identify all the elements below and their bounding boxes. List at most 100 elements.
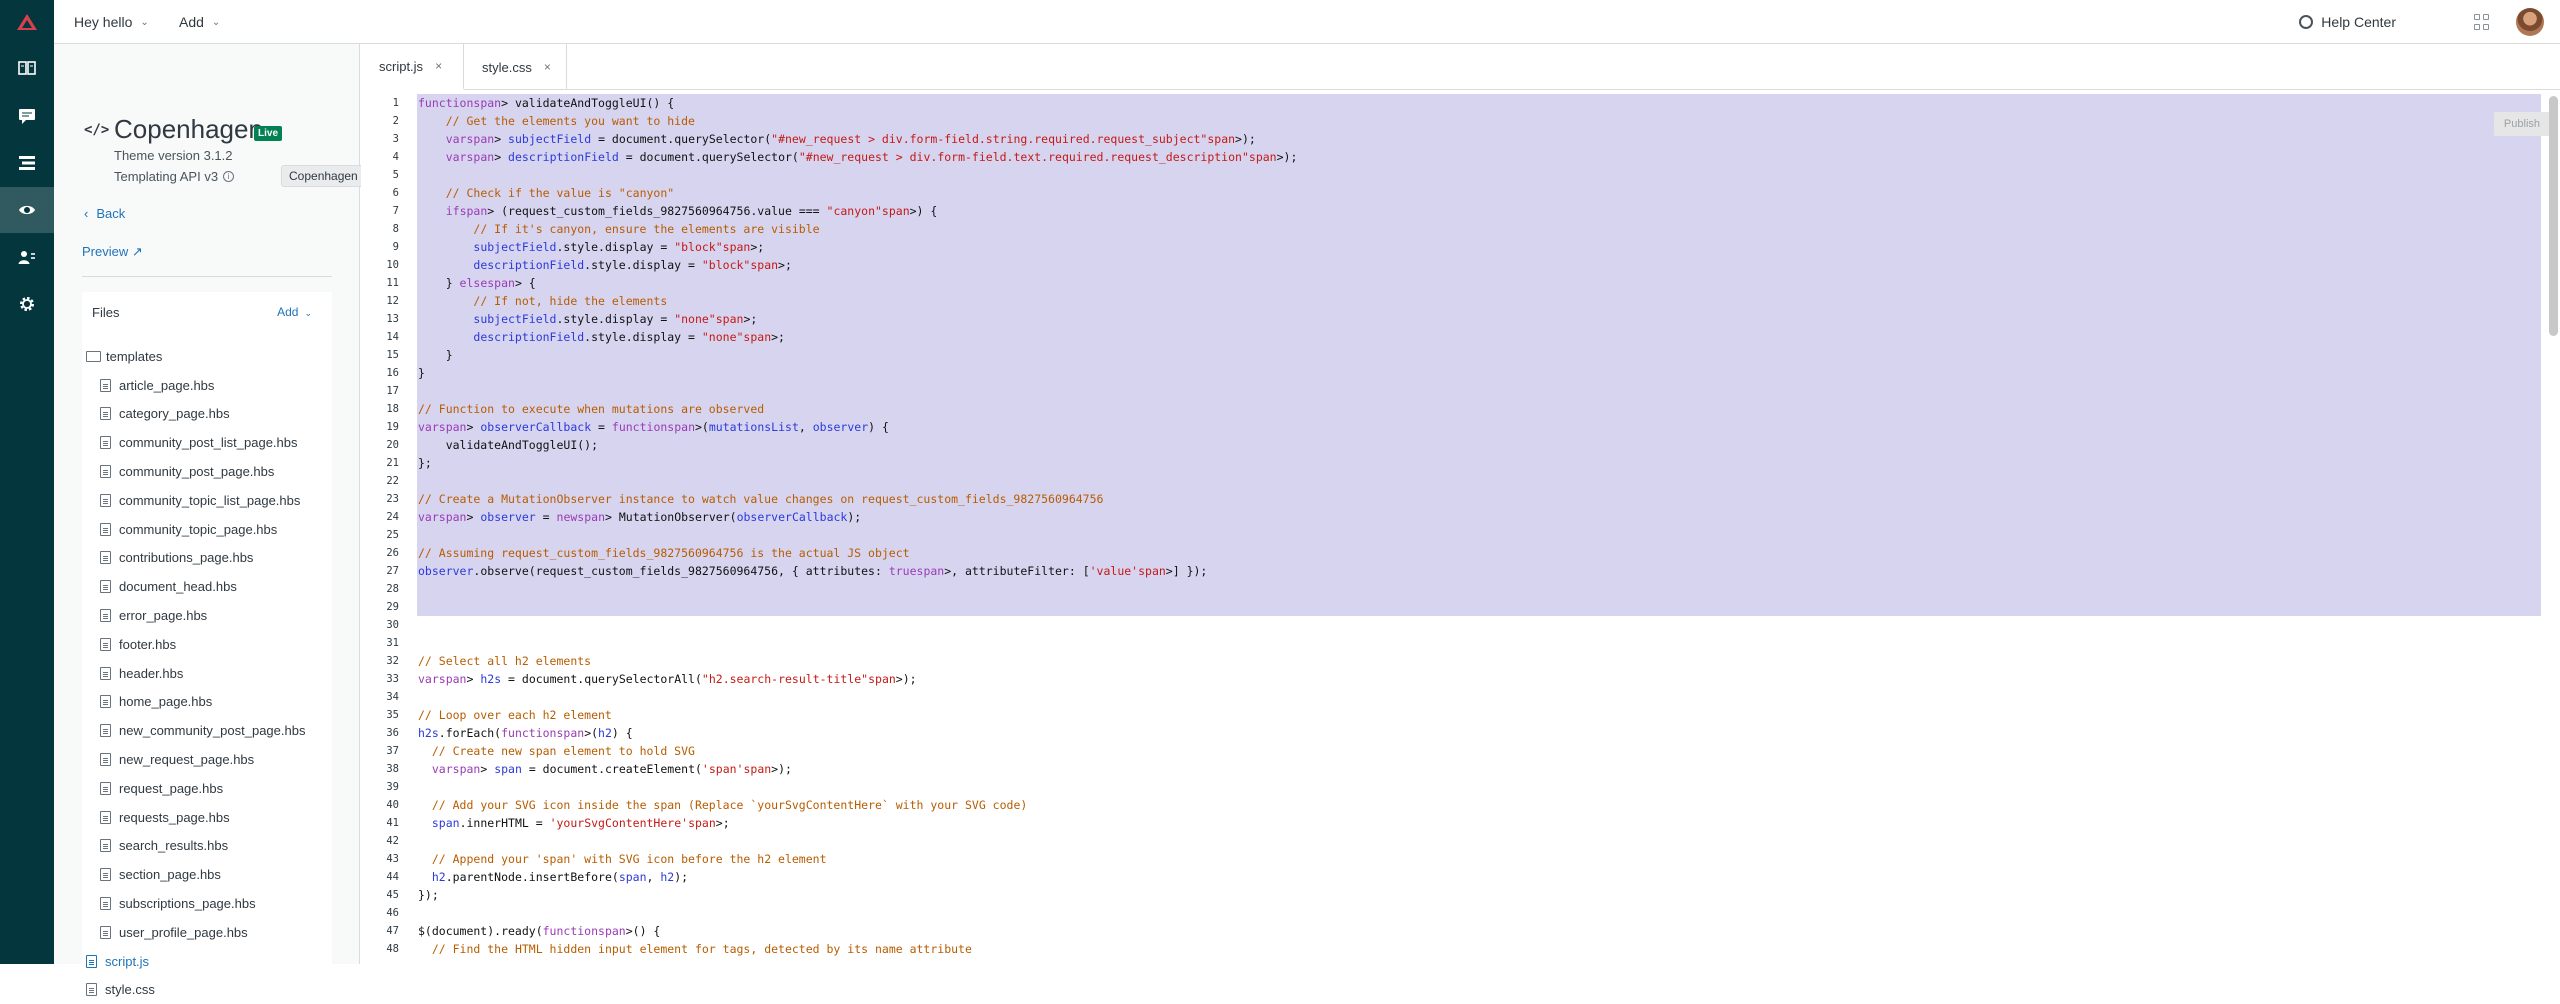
code-lines[interactable]: functionspan> validateAndToggleUI() { //… <box>418 94 2538 958</box>
tab-style-css[interactable]: style.css × <box>464 44 567 90</box>
back-link[interactable]: ‹ Back <box>84 206 125 221</box>
add-menu[interactable]: Add ⌄ <box>179 0 220 44</box>
status-badge: Live <box>254 126 283 141</box>
product-tray-icon[interactable] <box>2474 14 2490 30</box>
file-item[interactable]: community_post_page.hbs <box>86 457 332 486</box>
file-tree: templates article_page.hbs category_page.… <box>86 342 332 1004</box>
line-number: 32 <box>386 655 399 667</box>
file-label: request_page.hbs <box>119 780 224 796</box>
file-item[interactable]: contributions_page.hbs <box>86 544 332 573</box>
file-label: community_topic_list_page.hbs <box>119 492 301 508</box>
file-item[interactable]: script.js <box>86 947 332 976</box>
line-number: 22 <box>386 475 399 487</box>
greeting-menu[interactable]: Hey hello ⌄ <box>74 0 149 44</box>
file-label: document_head.hbs <box>119 579 237 595</box>
line-number: 23 <box>386 493 399 505</box>
line-number: 6 <box>392 187 399 199</box>
chat-icon[interactable] <box>0 93 54 139</box>
chevron-down-icon: ⌄ <box>140 16 149 28</box>
code-line: varspan> observerCallback = functionspan… <box>418 420 889 434</box>
line-number: 37 <box>386 745 399 757</box>
folder-templates[interactable]: templates <box>86 342 332 371</box>
add-file-button[interactable]: Add ⌄ <box>277 305 312 319</box>
file-label: error_page.hbs <box>119 608 208 624</box>
line-number: 1 <box>392 97 399 109</box>
help-circle-icon <box>2299 15 2314 29</box>
code-editor[interactable]: 1 2 3 4 5 6 7 8 9 10 11 12 13 14 15 16 17 18 19 20 21 22 23 24 2… <box>361 90 2560 964</box>
line-number: 46 <box>386 907 399 919</box>
line-number: 31 <box>386 637 399 649</box>
line-number: 28 <box>386 583 399 595</box>
file-item[interactable]: section_page.hbs <box>86 860 332 889</box>
line-number: 47 <box>386 925 399 937</box>
chevron-down-icon: ⌄ <box>211 16 221 28</box>
tab-script-js[interactable]: script.js × <box>361 44 464 90</box>
file-label: new_request_page.hbs <box>119 752 255 768</box>
file-item[interactable]: subscriptions_page.hbs <box>86 889 332 918</box>
avatar[interactable] <box>2516 8 2544 36</box>
line-number: 10 <box>386 259 399 271</box>
file-item[interactable]: request_page.hbs <box>86 774 332 803</box>
line-number: 48 <box>386 943 399 955</box>
file-item[interactable]: community_post_list_page.hbs <box>86 428 332 457</box>
line-number: 45 <box>386 889 399 901</box>
tab-label: style.css <box>482 59 532 75</box>
files-panel: Files Add ⌄ templates article_page.hbs cat… <box>82 292 332 997</box>
code-line: h2.parentNode.insertBefore(span, h2); <box>431 870 689 884</box>
preview-link[interactable]: Preview ↗ <box>82 244 143 260</box>
publish-button[interactable]: Publish <box>2493 112 2550 136</box>
file-label: search_results.hbs <box>119 838 229 854</box>
close-icon[interactable]: × <box>544 60 551 74</box>
vertical-scrollbar[interactable] <box>2549 96 2558 336</box>
info-icon[interactable]: i <box>223 171 235 182</box>
file-item[interactable]: search_results.hbs <box>86 832 332 861</box>
editor-tabs: script.js × style.css × <box>361 44 2560 90</box>
file-item[interactable]: community_topic_list_page.hbs <box>86 486 332 515</box>
file-item[interactable]: document_head.hbs <box>86 572 332 601</box>
file-item[interactable]: category_page.hbs <box>86 400 332 429</box>
add-label: Add <box>179 14 204 30</box>
file-label: script.js <box>105 953 150 969</box>
file-item[interactable]: user_profile_page.hbs <box>86 918 332 947</box>
file-item[interactable]: footer.hbs <box>86 630 332 659</box>
code-line: // Select all h2 elements <box>418 654 592 668</box>
code-line: // Find the HTML hidden input element fo… <box>431 942 972 956</box>
file-icon <box>100 839 111 853</box>
close-icon[interactable]: × <box>435 59 442 73</box>
file-item[interactable]: article_page.hbs <box>86 371 332 400</box>
line-number: 41 <box>386 817 399 829</box>
file-item[interactable]: new_community_post_page.hbs <box>86 716 332 745</box>
eye-icon[interactable] <box>0 187 54 233</box>
list-icon[interactable] <box>0 140 54 186</box>
line-number: 25 <box>386 529 399 541</box>
guide-icon[interactable] <box>0 45 54 91</box>
gear-icon[interactable] <box>0 281 54 327</box>
line-number: 4 <box>392 151 399 163</box>
files-heading: Files <box>92 305 120 320</box>
file-item[interactable]: style.css <box>86 976 332 1004</box>
code-line: // If not, hide the elements <box>473 294 668 308</box>
file-label: requests_page.hbs <box>119 809 230 825</box>
file-item[interactable]: requests_page.hbs <box>86 803 332 832</box>
file-item[interactable]: error_page.hbs <box>86 601 332 630</box>
help-center-link[interactable]: Help Center <box>2299 0 2396 44</box>
code-line: span.innerHTML = 'yourSvgContentHere'spa… <box>431 816 730 830</box>
file-item[interactable]: new_request_page.hbs <box>86 745 332 774</box>
chevron-left-icon: ‹ <box>84 206 89 221</box>
file-icon <box>86 983 97 997</box>
code-line: // If it's canyon, ensure the elements a… <box>473 222 820 236</box>
line-number: 12 <box>386 295 399 307</box>
file-icon <box>100 436 111 450</box>
code-line: // Append your 'span' with SVG icon befo… <box>431 852 827 866</box>
file-item[interactable]: home_page.hbs <box>86 688 332 717</box>
zendesk-logo-icon[interactable] <box>0 0 54 44</box>
add-file-label: Add <box>277 305 299 319</box>
folder-label: templates <box>106 348 163 364</box>
users-icon[interactable] <box>0 234 54 280</box>
file-item[interactable]: header.hbs <box>86 659 332 688</box>
file-item[interactable]: community_topic_page.hbs <box>86 515 332 544</box>
